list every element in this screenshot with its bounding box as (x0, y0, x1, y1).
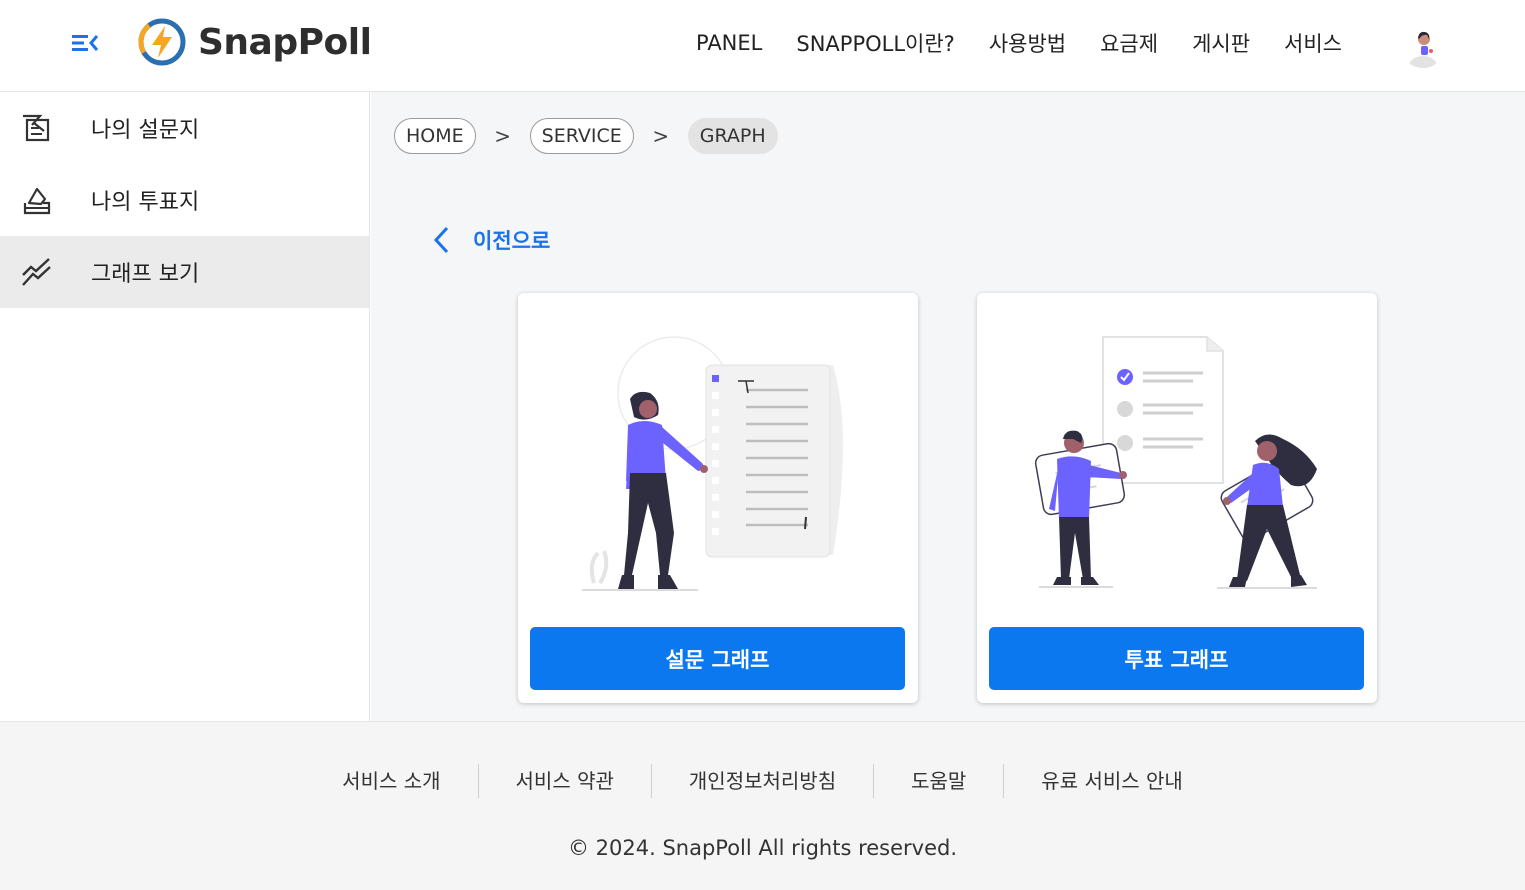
sidebar-item-label: 나의 설문지 (91, 118, 200, 143)
brand-name: SnapPoll (198, 21, 372, 63)
survey-illustration (582, 336, 843, 591)
main-content: HOME > SERVICE > GRAPH 이전으로 설문 그래프 투표 그래… (371, 92, 1525, 721)
nav-item-how-to-use[interactable]: 사용방법 (989, 28, 1066, 58)
copyright-text: © 2024. SnapPoll All rights reserved. (567, 836, 958, 860)
chevron-right-icon: > (494, 124, 512, 148)
breadcrumb: HOME > SERVICE > GRAPH (394, 118, 778, 154)
nav-item-about[interactable]: SNAPPOLL이란? (796, 28, 954, 58)
breadcrumb-graph: GRAPH (687, 118, 778, 154)
vote-graph-card: 투표 그래프 (977, 293, 1377, 703)
user-avatar-icon[interactable] (1400, 22, 1446, 68)
ballot-box-icon (23, 187, 51, 215)
footer-link-about[interactable]: 서비스 소개 (305, 764, 479, 798)
sidebar: 나의 설문지 나의 투표지 그래프 보기 (0, 92, 370, 721)
survey-graph-card: 설문 그래프 (518, 293, 918, 703)
chevron-left-icon (433, 226, 449, 254)
survey-edit-icon (23, 114, 50, 142)
nav-item-service[interactable]: 서비스 (1284, 28, 1342, 58)
brand-logo[interactable]: SnapPoll (138, 18, 372, 66)
footer-links: 서비스 소개 서비스 약관 개인정보처리방침 도움말 유료 서비스 안내 (0, 764, 1525, 798)
footer: 서비스 소개 서비스 약관 개인정보처리방침 도움말 유료 서비스 안내 © 2… (0, 721, 1525, 890)
sidebar-item-label: 그래프 보기 (91, 262, 200, 287)
sidebar-item-label: 나의 투표지 (91, 190, 200, 215)
sidebar-item-graphs[interactable]: 그래프 보기 (0, 236, 369, 308)
breadcrumb-home[interactable]: HOME (394, 118, 476, 154)
nav-item-panel[interactable]: PANEL (696, 31, 762, 55)
breadcrumb-service[interactable]: SERVICE (529, 118, 634, 154)
footer-link-privacy[interactable]: 개인정보처리방침 (652, 764, 875, 798)
main-nav: PANEL SNAPPOLL이란? 사용방법 요금제 게시판 서비스 (696, 28, 1376, 58)
menu-collapse-icon[interactable] (68, 30, 102, 56)
survey-graph-button[interactable]: 설문 그래프 (530, 627, 905, 690)
nav-item-board[interactable]: 게시판 (1192, 28, 1250, 58)
nav-item-pricing[interactable]: 요금제 (1100, 28, 1158, 58)
footer-link-terms[interactable]: 서비스 약관 (479, 764, 652, 798)
vote-graph-button[interactable]: 투표 그래프 (989, 627, 1364, 690)
top-header: SnapPoll PANEL SNAPPOLL이란? 사용방법 요금제 게시판 … (0, 0, 1525, 92)
trend-graph-icon (22, 258, 51, 286)
chevron-right-icon: > (652, 124, 670, 148)
sidebar-item-my-votes[interactable]: 나의 투표지 (0, 164, 369, 236)
sidebar-item-my-surveys[interactable]: 나의 설문지 (0, 92, 369, 164)
back-button[interactable]: 이전으로 (431, 225, 550, 255)
footer-link-paid-service[interactable]: 유료 서비스 안내 (1004, 764, 1220, 798)
vote-illustration (1034, 336, 1317, 589)
back-label: 이전으로 (473, 229, 551, 253)
footer-link-help[interactable]: 도움말 (874, 764, 1005, 798)
lightning-bolt-icon (138, 18, 186, 66)
